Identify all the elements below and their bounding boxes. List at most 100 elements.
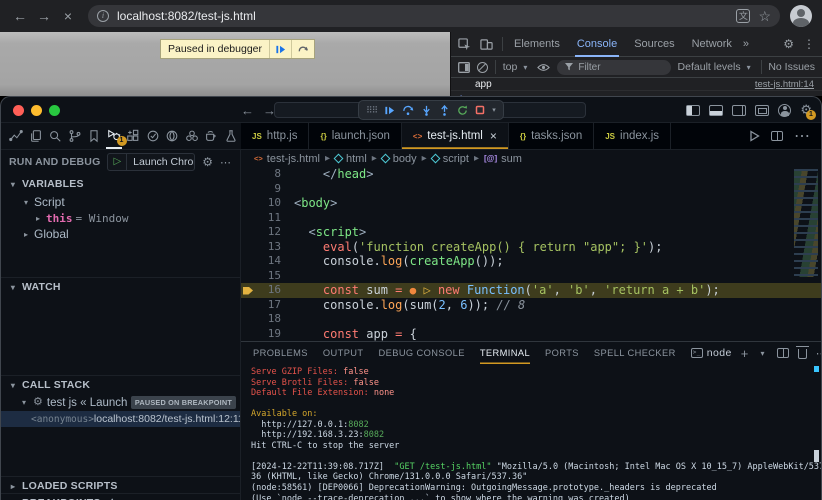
panel-more-icon[interactable]: ⋯ [816,347,822,360]
step-over-icon[interactable] [402,105,414,116]
resume-script-icon[interactable] [269,40,291,58]
run-file-icon[interactable] [749,130,760,142]
devtools-tab-network[interactable]: Network [690,32,734,57]
code-line-10[interactable]: 10<body> [241,196,821,211]
explorer-icon[interactable] [28,124,44,149]
url-text[interactable]: localhost:8082/test-js.html [117,9,728,23]
back-icon[interactable]: ← [10,0,30,32]
window-minimize-button[interactable] [31,105,42,116]
bookmark-star-icon[interactable]: ☆ [758,9,771,23]
breadcrumb-item-body[interactable]: body [382,153,417,165]
accounts-icon[interactable] [778,104,791,117]
terminal-output[interactable]: Serve GZIP Files: falseServe Brotli File… [241,364,821,500]
window-zoom-button[interactable] [49,105,60,116]
code-line-14[interactable]: 14 console.log(createApp()); [241,254,821,269]
code-line-8[interactable]: 8 </head> [241,167,821,182]
breadcrumb-item-sum[interactable]: [@]sum [484,153,522,165]
terminal-dropdown-icon[interactable]: ▾ [758,349,768,358]
gitlens-icon[interactable] [184,124,200,149]
device-toolbar-icon[interactable] [480,38,493,51]
breadcrumb-item-script[interactable]: script [432,153,469,165]
scope-global-row[interactable]: ▸ Global [1,226,240,242]
browser-profile-avatar[interactable] [790,5,812,27]
panel-tab-problems[interactable]: PROBLEMS [253,342,308,364]
paused-breakpoint-gutter[interactable] [241,283,257,298]
breadcrumb-item-test-js.html[interactable]: <>test-js.html [254,153,320,165]
toggle-sidebar-icon[interactable] [686,105,700,116]
launch-config-select[interactable]: ▷ Launch Chrome ▾ [107,153,195,171]
loaded-scripts-section-header[interactable]: ▸ LOADED SCRIPTS [1,478,240,494]
flask-icon[interactable] [223,124,239,149]
references-icon[interactable] [8,124,24,149]
configure-gear-icon[interactable]: ⚙ [202,155,213,169]
extensions-icon[interactable] [125,124,141,149]
forward-icon[interactable]: → [34,0,54,32]
views-more-icon[interactable]: ⋯ [220,156,232,169]
code-line-19[interactable]: 19 const app = { [241,327,821,342]
context-selector[interactable]: top▾ [503,61,531,73]
toggle-secondary-sidebar-icon[interactable] [732,105,746,116]
live-share-icon[interactable] [164,124,180,149]
docker-icon[interactable] [203,124,219,149]
address-bar[interactable]: i localhost:8082/test-js.html 文 ☆ [88,5,780,27]
stop-icon[interactable] [475,105,485,115]
editor-tab-launch.json[interactable]: {}launch.json [309,123,401,149]
devtools-tab-elements[interactable]: Elements [512,32,562,57]
clear-console-icon[interactable] [477,62,488,73]
search-icon[interactable] [47,124,63,149]
panel-tab-output[interactable]: OUTPUT [323,342,364,364]
variables-section-header[interactable]: ▾ VARIABLES [1,176,240,192]
step-into-icon[interactable] [421,105,432,116]
code-editor[interactable]: 8 </head>910<body>1112 <script>13 eval('… [241,167,821,341]
code-line-17[interactable]: 17 console.log(sum(2, 6)); // 8 [241,298,821,313]
split-editor-icon[interactable] [771,131,783,141]
info-icon[interactable]: i [97,10,109,22]
toolbar-grip-icon[interactable]: ⠿⠿ [366,105,377,116]
call-stack-section-header[interactable]: ▾ CALL STACK [1,377,240,393]
inspect-icon[interactable] [458,38,471,51]
stack-frame-row[interactable]: <anonymous> localhost:8082/test-js.html:… [1,411,240,427]
continue-icon[interactable] [384,105,395,116]
minimap[interactable] [794,169,818,277]
terminal-shell-chip[interactable]: >_ node [691,347,732,359]
terminal-scrollbar-thumb[interactable] [814,450,819,462]
log-levels-selector[interactable]: Default levels▾ [678,61,754,73]
kill-terminal-icon[interactable] [798,349,807,359]
editor-more-icon[interactable]: ⋯ [794,126,810,146]
variable-this-row[interactable]: ▸ this = Window [1,210,240,226]
issues-counter[interactable]: No Issues [768,61,815,73]
start-debug-icon[interactable]: ▷ [108,154,127,170]
breadcrumb-item-html[interactable]: html [335,153,367,165]
devtools-settings-icon[interactable]: ⚙ [783,37,794,51]
settings-gear-icon[interactable]: ⚙ 1 [800,103,812,117]
code-line-13[interactable]: 13 eval('function createApp() { return "… [241,240,821,255]
editor-tab-index.js[interactable]: JSindex.js [594,123,671,149]
code-line-12[interactable]: 12 <script> [241,225,821,240]
devtools-menu-icon[interactable]: ⋮ [803,37,815,51]
devtools-tab-console[interactable]: Console [575,32,619,57]
step-out-icon[interactable] [439,105,450,116]
eye-icon[interactable] [537,63,550,72]
panel-tab-debug-console[interactable]: DEBUG CONSOLE [379,342,465,364]
devtools-tab-sources[interactable]: Sources [632,32,676,57]
history-back-icon[interactable]: ← [241,103,254,118]
breakpoints-section-header[interactable]: ▾ BREAKPOINTS ⚠ [1,495,240,500]
panel-tab-spell-checker[interactable]: SPELL CHECKER [594,342,676,364]
stop-dropdown-icon[interactable]: ▾ [492,106,496,114]
code-line-11[interactable]: 11 [241,211,821,226]
toggle-panel-icon[interactable] [709,105,723,116]
run-and-debug-icon[interactable]: 1 [106,124,122,149]
dock-side-icon[interactable] [458,62,470,73]
step-over-banner-icon[interactable] [291,40,314,58]
scope-script-row[interactable]: ▾ Script [1,194,240,210]
debug-session-row[interactable]: ▾ ⚙ test js « Launch Chro... PAUSED ON B… [1,395,240,410]
source-control-icon[interactable] [67,124,83,149]
bookmarks-icon[interactable] [86,124,102,149]
restart-icon[interactable] [457,105,468,116]
customize-layout-icon[interactable] [755,105,769,116]
console-filter-input[interactable]: Filter [557,60,670,75]
panel-tab-terminal[interactable]: TERMINAL [480,342,530,364]
more-tabs-icon[interactable]: » [743,38,749,50]
close-tab-icon[interactable]: × [490,129,497,143]
translate-icon[interactable]: 文 [736,9,750,23]
